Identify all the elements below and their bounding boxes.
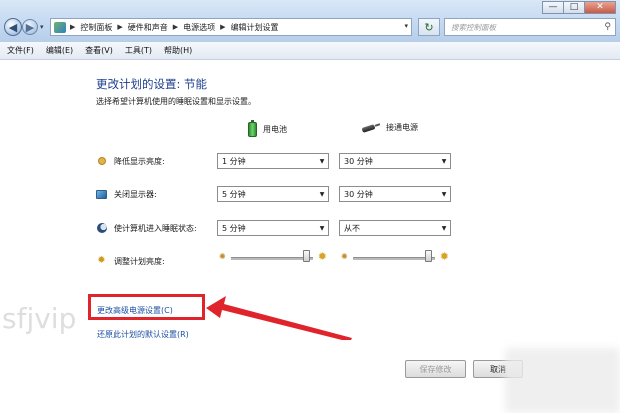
- setting-row-brightness: ✹ 调整计划亮度:: [96, 253, 165, 269]
- back-button[interactable]: ◀: [4, 18, 22, 36]
- setting-row-sleep: 使计算机进入睡眠状态:: [96, 220, 197, 236]
- moon-icon: [96, 223, 107, 234]
- page-subtitle: 选择希望计算机使用的睡眠设置和显示设置。: [96, 97, 256, 106]
- setting-row-dim-display: 降低显示亮度:: [96, 153, 165, 169]
- bright-sun-icon: ✹: [317, 250, 327, 263]
- search-input[interactable]: [451, 22, 591, 32]
- bright-sun-icon: ✹: [439, 250, 449, 263]
- dropdown-arrow-icon: ▼: [319, 157, 325, 165]
- select-value: 30 分钟: [344, 189, 373, 199]
- slider-thumb[interactable]: [424, 250, 432, 262]
- close-button[interactable]: ✕: [584, 1, 616, 14]
- breadcrumb-edit-plan-settings[interactable]: 编辑计划设置: [231, 22, 279, 33]
- column-label-plugged-in: 接通电源: [386, 123, 418, 132]
- breadcrumb-power-options[interactable]: 电源选项: [183, 22, 215, 33]
- select-value: 从不: [344, 223, 360, 233]
- plan-settings-pane: 更改计划的设置: 节能 选择希望计算机使用的睡眠设置和显示设置。 用电池 接通电…: [0, 60, 620, 413]
- sleep-plugged-select[interactable]: 从不 ▼: [339, 220, 451, 236]
- setting-label-brightness: 调整计划亮度:: [114, 256, 165, 266]
- page-title: 更改计划的设置: 节能: [96, 77, 208, 91]
- breadcrumb-separator[interactable]: ▶: [173, 23, 178, 31]
- column-label-battery: 用电池: [263, 125, 287, 134]
- breadcrumb-separator[interactable]: ▶: [117, 23, 122, 31]
- dim-sun-icon: ✺: [219, 252, 226, 261]
- monitor-icon: [96, 189, 107, 200]
- annotation-arrow: [206, 296, 352, 340]
- restore-defaults-link[interactable]: 还原此计划的默认设置(R): [97, 329, 189, 340]
- search-icon[interactable]: ⚲: [604, 22, 611, 32]
- annotation-highlight-box: [88, 294, 205, 320]
- menu-view[interactable]: 查看(V): [80, 45, 118, 56]
- select-value: 5 分钟: [222, 223, 246, 233]
- dropdown-arrow-icon: ▼: [441, 157, 447, 165]
- search-box: ⚲: [444, 18, 616, 36]
- column-header-battery: 用电池: [248, 120, 287, 137]
- turn-off-display-battery-select[interactable]: 5 分钟 ▼: [217, 186, 329, 202]
- menu-help[interactable]: 帮助(H): [159, 45, 197, 56]
- menu-bar: 文件(F) 编辑(E) 查看(V) 工具(T) 帮助(H): [0, 42, 620, 60]
- menu-file[interactable]: 文件(F): [2, 45, 39, 56]
- breadcrumb-separator[interactable]: ▶: [70, 23, 75, 31]
- sun-icon: [96, 156, 107, 167]
- brightness-sun-icon: ✹: [97, 255, 106, 266]
- dropdown-arrow-icon: ▼: [441, 224, 447, 232]
- address-bar[interactable]: ▶ 控制面板 ▶ 硬件和声音 ▶ 电源选项 ▶ 编辑计划设置 ▾: [50, 18, 412, 36]
- breadcrumb-hardware-sound[interactable]: 硬件和声音: [128, 22, 168, 33]
- minimize-button[interactable]: —: [542, 1, 564, 14]
- power-plug-icon: [362, 124, 380, 132]
- chevron-down-icon: ▾: [404, 22, 408, 30]
- address-history-dropdown[interactable]: ▾: [404, 22, 408, 30]
- forward-arrow-icon: ▶: [25, 20, 35, 34]
- back-arrow-icon: ◀: [8, 20, 18, 34]
- slider-thumb[interactable]: [302, 250, 310, 262]
- watermark-text: sfjvip: [2, 302, 77, 335]
- column-header-plugged-in: 接通电源: [362, 122, 418, 133]
- select-value: 30 分钟: [344, 156, 373, 166]
- breadcrumb-control-panel[interactable]: 控制面板: [80, 22, 112, 33]
- forward-button[interactable]: ▶: [22, 19, 38, 35]
- dim-sun-icon: ✺: [341, 252, 348, 261]
- title-bar: — □ ✕ ◀ ▶ ▾ ▶ 控制面板 ▶ 硬件和声音 ▶ 电源选项 ▶ 编辑计划…: [0, 0, 620, 43]
- setting-label-turn-off-display: 关闭显示器:: [114, 189, 157, 199]
- dropdown-arrow-icon: ▼: [441, 190, 447, 198]
- chevron-down-icon: ▾: [40, 23, 44, 31]
- window-controls: — □ ✕: [542, 1, 616, 14]
- select-value: 5 分钟: [222, 189, 246, 199]
- brightness-plugged-slider[interactable]: ✺ ✹: [339, 249, 451, 265]
- save-changes-button[interactable]: 保存修改: [405, 360, 466, 378]
- menu-tools[interactable]: 工具(T): [120, 45, 157, 56]
- dropdown-arrow-icon: ▼: [319, 224, 325, 232]
- breadcrumb-separator[interactable]: ▶: [220, 23, 225, 31]
- control-panel-icon: [54, 21, 66, 33]
- dropdown-arrow-icon: ▼: [319, 190, 325, 198]
- setting-label-sleep: 使计算机进入睡眠状态:: [114, 223, 197, 233]
- control-panel-window: — □ ✕ ◀ ▶ ▾ ▶ 控制面板 ▶ 硬件和声音 ▶ 电源选项 ▶ 编辑计划…: [0, 0, 620, 413]
- recent-pages-dropdown[interactable]: ▾: [40, 23, 44, 31]
- menu-edit[interactable]: 编辑(E): [41, 45, 78, 56]
- brightness-battery-slider[interactable]: ✺ ✹: [217, 249, 329, 265]
- slider-track[interactable]: [231, 257, 313, 260]
- refresh-icon: ↻: [424, 20, 434, 34]
- maximize-button[interactable]: □: [563, 1, 585, 14]
- dim-display-battery-select[interactable]: 1 分钟 ▼: [217, 153, 329, 169]
- turn-off-display-plugged-select[interactable]: 30 分钟 ▼: [339, 186, 451, 202]
- refresh-button[interactable]: ↻: [418, 18, 440, 36]
- sleep-battery-select[interactable]: 5 分钟 ▼: [217, 220, 329, 236]
- slider-track[interactable]: [353, 257, 435, 260]
- select-value: 1 分钟: [222, 156, 246, 166]
- dim-display-plugged-select[interactable]: 30 分钟 ▼: [339, 153, 451, 169]
- setting-row-turn-off-display: 关闭显示器:: [96, 186, 157, 202]
- setting-label-dim-display: 降低显示亮度:: [114, 156, 165, 166]
- blurred-region: [505, 348, 620, 413]
- battery-icon: [248, 120, 257, 137]
